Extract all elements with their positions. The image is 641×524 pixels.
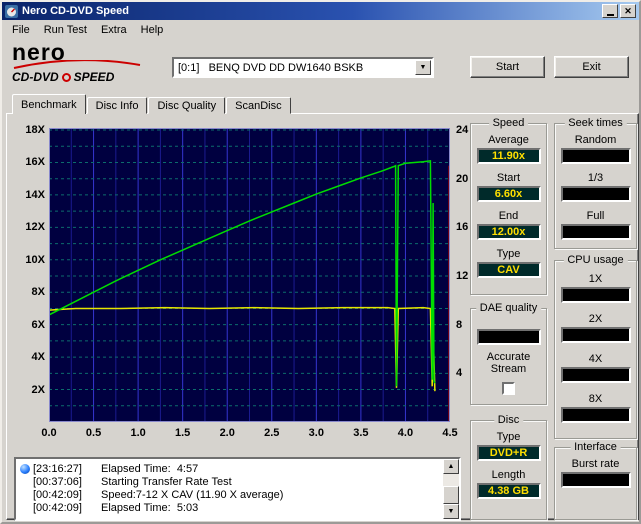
scroll-thumb[interactable] [443, 486, 459, 504]
log-entry-text: Starting Transfer Rate Test [101, 476, 232, 488]
drive-dropdown-button[interactable]: ▼ [415, 60, 431, 75]
seek-random-label: Random [575, 134, 617, 146]
cpu-usage-panel-title: CPU usage [563, 254, 627, 266]
tab-disc-info[interactable]: Disc Info [87, 97, 148, 114]
end-speed-label: End [499, 210, 519, 222]
scroll-down-button[interactable]: ▼ [443, 504, 459, 519]
seek-times-panel-title: Seek times [564, 117, 626, 129]
log-entry-text: Elapsed Time: 4:57 [101, 463, 198, 475]
log-scrollbar[interactable]: ▲ ▼ [443, 459, 459, 519]
menu-run-test[interactable]: Run Test [37, 22, 94, 38]
cpu-1x-label: 1X [589, 273, 602, 285]
titlebar[interactable]: Nero CD-DVD Speed ✕ [2, 2, 639, 20]
tab-benchmark[interactable]: Benchmark [12, 94, 86, 114]
speed-type-label: Type [497, 248, 521, 260]
seek-third-value [561, 186, 631, 202]
log-entry-icon [20, 490, 33, 500]
log-entry-icon [20, 477, 33, 487]
app-window: Nero CD-DVD Speed ✕ File Run Test Extra … [0, 0, 641, 524]
log-entry: [00:37:06] Starting Transfer Rate Test [20, 475, 443, 488]
window-title: Nero CD-DVD Speed [22, 5, 600, 17]
logo-product-left: CD-DVD [12, 70, 59, 84]
disc-length-value: 4.38 GB [477, 483, 541, 499]
seek-full-value [561, 224, 631, 240]
speed-panel-title: Speed [489, 117, 529, 129]
seek-times-panel: Seek times Random 1/3 Full [554, 123, 637, 249]
seek-random-value [561, 148, 631, 164]
menu-help[interactable]: Help [134, 22, 171, 38]
scroll-up-button[interactable]: ▲ [443, 459, 459, 474]
log-entry-time: [23:16:27] [33, 463, 101, 475]
disc-type-value: DVD+R [477, 445, 541, 461]
start-button[interactable]: Start [470, 56, 545, 78]
cpu-4x-label: 4X [589, 353, 602, 365]
logo-product-right: SPEED [74, 70, 115, 84]
log-panel[interactable]: [23:16:27] Elapsed Time: 4:57 [00:37:06]… [14, 457, 461, 521]
log-entry-time: [00:42:09] [33, 502, 101, 514]
cpu-2x-value [561, 327, 631, 343]
log-entry: [00:42:09] Speed:7-12 X CAV (11.90 X ave… [20, 488, 443, 501]
menu-extra[interactable]: Extra [94, 22, 134, 38]
close-button[interactable]: ✕ [620, 4, 636, 18]
close-icon: ✕ [624, 7, 632, 16]
log-entry-time: [00:37:06] [33, 476, 101, 488]
burst-rate-label: Burst rate [572, 458, 620, 470]
cpu-1x-value [561, 287, 631, 303]
log-entry: [23:16:27] Elapsed Time: 4:57 [20, 462, 443, 475]
interface-panel: Interface Burst rate [554, 447, 637, 520]
cpu-4x-value [561, 367, 631, 383]
accurate-stream-checkbox[interactable] [502, 382, 515, 395]
chevron-down-icon: ▼ [420, 64, 427, 71]
cpu-2x-label: 2X [589, 313, 602, 325]
log-entry-time: [00:42:09] [33, 489, 101, 501]
log-entry-text: Elapsed Time: 5:03 [101, 502, 198, 514]
interface-panel-title: Interface [570, 441, 621, 453]
log-rows: [23:16:27] Elapsed Time: 4:57 [00:37:06]… [16, 459, 443, 519]
app-icon [5, 5, 18, 18]
speed-type-value: CAV [477, 262, 541, 278]
seek-full-label: Full [587, 210, 605, 222]
dae-quality-panel-title: DAE quality [476, 302, 541, 314]
tab-disc-quality[interactable]: Disc Quality [148, 97, 225, 114]
log-entry-text: Speed:7-12 X CAV (11.90 X average) [101, 489, 283, 501]
cpu-8x-value [561, 407, 631, 423]
menubar: File Run Test Extra Help [2, 20, 639, 40]
minimize-button[interactable] [602, 4, 618, 18]
log-entry: [00:42:09] Elapsed Time: 5:03 [20, 501, 443, 514]
dae-quality-value [477, 329, 541, 345]
menu-file[interactable]: File [5, 22, 37, 38]
log-entry-icon [20, 464, 30, 474]
drive-selector-value: [0:1] BENQ DVD DD DW1640 BSKB [174, 62, 415, 74]
log-entry-icon [20, 503, 33, 513]
speed-panel: Speed Average 11.90x Start 6.60x End 12.… [470, 123, 547, 295]
end-speed-value: 12.00x [477, 224, 541, 240]
disc-icon [62, 73, 71, 82]
arrow-down-icon: ▼ [448, 508, 455, 515]
nero-logo: nero CD-DVD SPEED [12, 42, 167, 88]
seek-third-label: 1/3 [588, 172, 603, 184]
disc-type-label: Type [497, 431, 521, 443]
benchmark-chart-canvas [49, 128, 450, 422]
benchmark-chart [49, 128, 450, 422]
disc-panel-title: Disc [494, 414, 523, 426]
tab-strip: Benchmark Disc Info Disc Quality ScanDis… [12, 94, 292, 114]
disc-length-label: Length [492, 469, 526, 481]
minimize-icon [607, 14, 614, 16]
burst-rate-value [561, 472, 631, 488]
accurate-stream-label: Accurate Stream [478, 351, 540, 375]
arrow-up-icon: ▲ [448, 463, 455, 470]
dae-quality-panel: DAE quality Accurate Stream [470, 308, 547, 405]
disc-panel: Disc Type DVD+R Length 4.38 GB [470, 420, 547, 520]
average-speed-label: Average [488, 134, 529, 146]
drive-selector[interactable]: [0:1] BENQ DVD DD DW1640 BSKB ▼ [172, 57, 434, 78]
cpu-8x-label: 8X [589, 393, 602, 405]
exit-button[interactable]: Exit [554, 56, 629, 78]
average-speed-value: 11.90x [477, 148, 541, 164]
cpu-usage-panel: CPU usage 1X 2X 4X 8X [554, 260, 637, 439]
tab-scandisc[interactable]: ScanDisc [226, 97, 290, 114]
start-speed-label: Start [497, 172, 520, 184]
start-speed-value: 6.60x [477, 186, 541, 202]
